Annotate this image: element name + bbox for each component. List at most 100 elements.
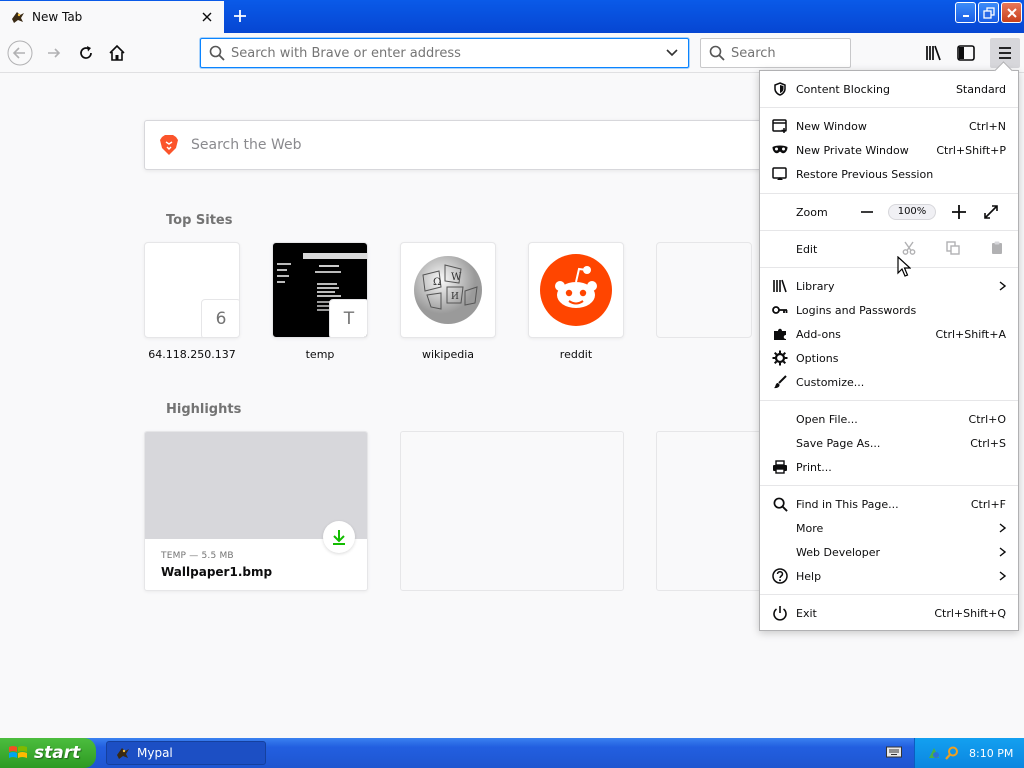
highlight-card[interactable]: TEMP — 5.5 MB Wallpaper1.bmp (144, 431, 368, 591)
zoom-in-icon[interactable] (950, 205, 968, 219)
search-input[interactable]: Search (731, 46, 776, 61)
paintbrush-icon (772, 374, 788, 390)
site-thumbnail: T (272, 242, 368, 338)
menu-label: Customize... (796, 375, 865, 389)
menu-item-addons[interactable]: Add-ons Ctrl+Shift+A (760, 322, 1018, 346)
printer-icon (772, 459, 788, 475)
menu-item-new-window[interactable]: New Window Ctrl+N (760, 114, 1018, 138)
maximize-button[interactable] (978, 2, 999, 23)
top-site-tile[interactable]: 6 64.118.250.137 (144, 242, 240, 361)
mouse-cursor-icon (897, 256, 911, 278)
search-bar[interactable]: Search (700, 38, 851, 68)
menu-spacer (772, 435, 788, 451)
site-thumbnail: Ω W И (400, 242, 496, 338)
tab-new-tab[interactable]: New Tab (0, 1, 224, 33)
library-button[interactable] (920, 39, 948, 67)
menu-label: Web Developer (796, 545, 881, 559)
menu-item-print[interactable]: Print... (760, 455, 1018, 479)
site-thumbnail: 6 (144, 242, 240, 338)
menu-separator (760, 594, 1018, 595)
start-button[interactable]: start (0, 738, 96, 768)
minimize-button[interactable] (955, 2, 976, 23)
back-button[interactable] (6, 39, 34, 67)
network-icon[interactable] (927, 746, 941, 760)
back-arrow-icon (7, 40, 33, 66)
menu-separator (760, 107, 1018, 108)
menu-item-customize[interactable]: Customize... (760, 370, 1018, 394)
search-icon (709, 45, 725, 61)
address-bar[interactable] (200, 38, 689, 68)
menu-item-content-blocking[interactable]: Content Blocking Standard (760, 77, 1018, 101)
top-site-tile[interactable]: Ω W И wikipedia (400, 242, 496, 361)
mypal-bird-icon (10, 9, 26, 25)
keyboard-icon[interactable] (886, 746, 902, 758)
top-site-tile[interactable]: T temp (272, 242, 368, 361)
highlights-title: Highlights (166, 402, 242, 417)
taskbar-item-label: Mypal (137, 746, 173, 760)
copy-icon[interactable] (946, 241, 962, 255)
menu-item-logins[interactable]: Logins and Passwords (760, 298, 1018, 322)
menu-label: Library (796, 279, 835, 293)
menu-item-restore-session[interactable]: Restore Previous Session (760, 162, 1018, 186)
menu-label: Logins and Passwords (796, 303, 917, 317)
chevron-down-icon[interactable] (660, 49, 684, 57)
menu-item-web-developer[interactable]: Web Developer (760, 540, 1018, 564)
web-search-box[interactable]: Search the Web (144, 120, 784, 170)
menu-spacer (772, 544, 788, 560)
search-tray-icon[interactable] (945, 746, 959, 760)
sidebar-icon (957, 45, 975, 61)
menu-item-options[interactable]: Options (760, 346, 1018, 370)
site-label: wikipedia (421, 348, 474, 361)
cut-icon[interactable] (902, 241, 918, 255)
taskbar-item-mypal[interactable]: Mypal (106, 741, 266, 765)
menu-item-open-file[interactable]: Open File... Ctrl+O (760, 407, 1018, 431)
home-icon (109, 44, 125, 61)
key-icon (772, 302, 788, 318)
download-icon (323, 521, 355, 553)
site-letter: T (329, 299, 367, 337)
menu-label: Help (796, 569, 822, 583)
menu-label: Add-ons (796, 327, 841, 341)
menu-item-new-private-window[interactable]: New Private Window Ctrl+Shift+P (760, 138, 1018, 162)
menu-separator (760, 400, 1018, 401)
address-input[interactable] (231, 41, 660, 65)
menu-item-library[interactable]: Library (760, 274, 1018, 298)
web-search-placeholder: Search the Web (191, 137, 302, 153)
menu-item-help[interactable]: Help (760, 564, 1018, 588)
close-window-button[interactable] (1001, 2, 1022, 23)
menu-shortcut: Ctrl+Shift+Q (934, 606, 1006, 620)
window-controls (955, 2, 1022, 23)
fullscreen-icon[interactable] (982, 205, 1000, 219)
menu-item-more[interactable]: More (760, 516, 1018, 540)
top-site-tile[interactable]: reddit (528, 242, 624, 361)
menu-spacer (772, 411, 788, 427)
menu-label: Find in This Page... (796, 497, 899, 511)
zoom-out-icon[interactable] (858, 206, 876, 218)
tab-title: New Tab (32, 10, 83, 24)
menu-item-find[interactable]: Find in This Page... Ctrl+F (760, 492, 1018, 516)
menu-label: Content Blocking (796, 82, 891, 96)
site-thumbnail (528, 242, 624, 338)
menu-separator (760, 193, 1018, 194)
library-icon (926, 45, 941, 61)
wikipedia-globe-icon: Ω W И (414, 256, 482, 324)
menu-shortcut: Ctrl+S (970, 436, 1006, 450)
search-icon (772, 496, 788, 512)
forward-button[interactable] (40, 39, 68, 67)
menu-item-exit[interactable]: Exit Ctrl+Shift+Q (760, 601, 1018, 625)
mypal-bird-icon (115, 745, 131, 761)
menu-item-save-page[interactable]: Save Page As... Ctrl+S (760, 431, 1018, 455)
top-site-empty (656, 242, 752, 338)
site-letter: 6 (201, 299, 239, 337)
title-bar: New Tab (0, 0, 1024, 33)
menu-label: Restore Previous Session (796, 167, 934, 181)
zoom-reset-button[interactable]: 100% (888, 204, 936, 220)
paste-icon[interactable] (990, 241, 1006, 255)
reload-button[interactable] (72, 39, 100, 67)
menu-separator (760, 267, 1018, 268)
new-tab-button[interactable] (228, 4, 252, 28)
close-tab-icon[interactable] (196, 6, 218, 28)
home-button[interactable] (103, 39, 131, 67)
sidebar-button[interactable] (952, 39, 980, 67)
gear-icon (772, 350, 788, 366)
